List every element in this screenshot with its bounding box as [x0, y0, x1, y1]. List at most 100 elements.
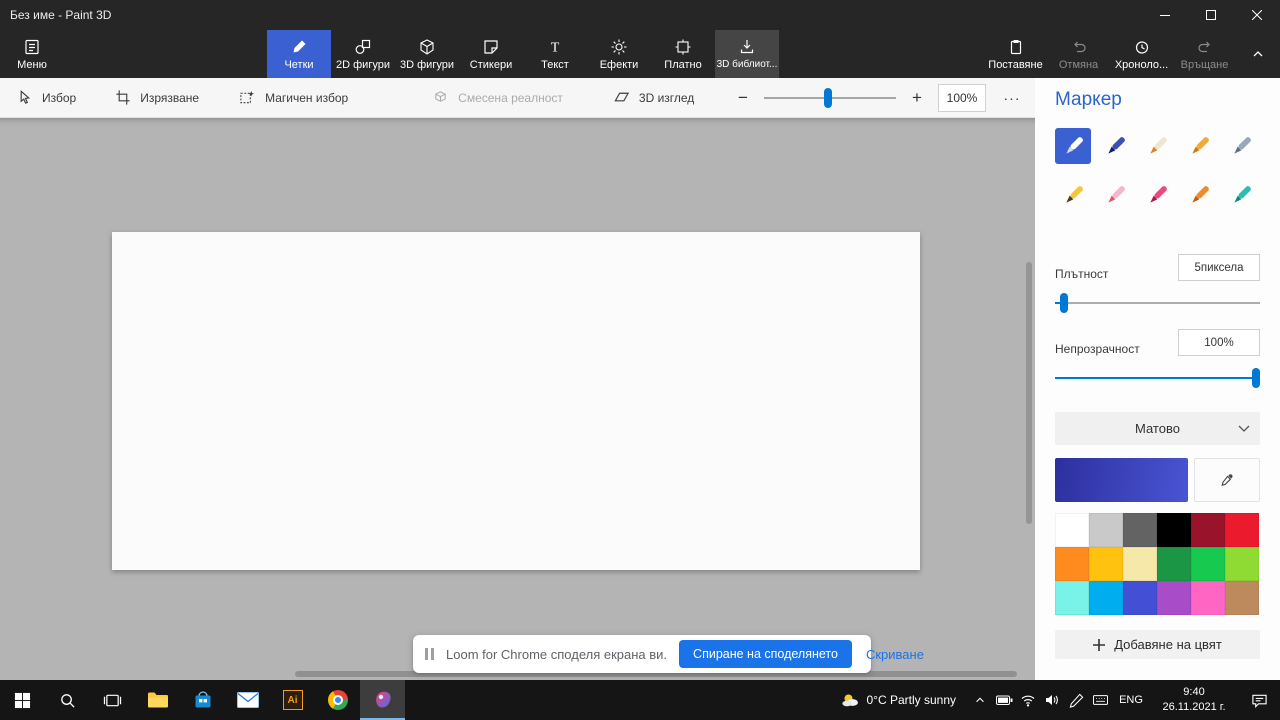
color-swatch-5[interactable]: [1191, 513, 1225, 547]
3d-view-button[interactable]: 3D изглед: [613, 89, 694, 106]
screen-share-notification: Loom for Chrome споделя екрана ви. Спира…: [413, 635, 924, 673]
brush-marker[interactable]: [1055, 128, 1091, 164]
pen-icon[interactable]: [1064, 680, 1088, 720]
mail-button[interactable]: [225, 680, 270, 720]
file-explorer-button[interactable]: [135, 680, 180, 720]
crop-tool-button[interactable]: Изрязване: [114, 89, 199, 106]
magic-select-icon: [239, 89, 256, 106]
color-swatch-3[interactable]: [1123, 513, 1157, 547]
weather-text: 0°C Partly sunny: [866, 693, 956, 707]
opacity-input[interactable]: 100%: [1178, 329, 1260, 356]
stop-sharing-button[interactable]: Спиране на споделянето: [679, 640, 852, 668]
chevron-up-icon: [1251, 47, 1265, 61]
paint3d-taskbar-button[interactable]: [360, 680, 405, 720]
brush-watercolor[interactable]: [1181, 128, 1217, 164]
opacity-slider[interactable]: [1055, 368, 1260, 388]
language-indicator[interactable]: ENG: [1112, 680, 1150, 720]
color-swatch-13[interactable]: [1055, 581, 1089, 615]
paste-button[interactable]: Поставяне: [984, 30, 1047, 78]
touch-keyboard-icon[interactable]: [1088, 680, 1112, 720]
thickness-slider-thumb[interactable]: [1060, 293, 1068, 313]
tray-chevron-up-icon[interactable]: [968, 680, 992, 720]
brush-fill[interactable]: [1223, 177, 1259, 213]
tab-brushes[interactable]: Четки: [267, 30, 331, 78]
collapse-ribbon-button[interactable]: [1244, 42, 1272, 66]
maximize-button[interactable]: [1188, 0, 1234, 30]
weather-widget[interactable]: 0°C Partly sunny: [829, 680, 968, 720]
color-swatch-1[interactable]: [1055, 513, 1089, 547]
zoom-slider-thumb[interactable]: [824, 88, 832, 108]
color-swatch-10[interactable]: [1157, 547, 1191, 581]
tab-3d-shapes[interactable]: 3D фигури: [395, 30, 459, 78]
color-swatch-4[interactable]: [1157, 513, 1191, 547]
network-icon[interactable]: [1016, 680, 1040, 720]
task-view-button[interactable]: [90, 680, 135, 720]
color-swatch-17[interactable]: [1191, 581, 1225, 615]
brush-eraser[interactable]: [1097, 177, 1133, 213]
menu-button[interactable]: Меню: [0, 30, 64, 78]
color-swatch-6[interactable]: [1225, 513, 1259, 547]
magic-select-button[interactable]: Магичен избор: [239, 89, 348, 106]
current-color-preview[interactable]: [1055, 458, 1188, 502]
brush-oil-brush[interactable]: [1139, 128, 1175, 164]
taskbar-clock[interactable]: 9:40 26.11.2021 г.: [1150, 680, 1238, 720]
taskbar-search-button[interactable]: [45, 680, 90, 720]
color-swatch-16[interactable]: [1157, 581, 1191, 615]
battery-icon[interactable]: [992, 680, 1016, 720]
mixed-reality-button[interactable]: Смесена реалност: [432, 89, 563, 106]
hide-link[interactable]: Скриване: [866, 647, 924, 662]
svg-text:T: T: [551, 40, 560, 55]
crop-icon: [114, 89, 131, 106]
add-color-button[interactable]: Добавяне на цвят: [1055, 630, 1260, 659]
tab-stickers[interactable]: Стикери: [459, 30, 523, 78]
thickness-input[interactable]: 5пиксела: [1178, 254, 1260, 281]
brush-pixel-pen[interactable]: [1223, 128, 1259, 164]
drawing-canvas[interactable]: [112, 232, 920, 570]
color-swatch-9[interactable]: [1123, 547, 1157, 581]
illustrator-button[interactable]: Ai: [270, 680, 315, 720]
color-swatch-15[interactable]: [1123, 581, 1157, 615]
eyedropper-button[interactable]: [1194, 458, 1260, 502]
zoom-out-button[interactable]: −: [735, 88, 751, 108]
more-options-button[interactable]: ···: [999, 90, 1025, 106]
brush-spray-can[interactable]: [1181, 177, 1217, 213]
brush-icon: [290, 38, 308, 56]
color-swatch-8[interactable]: [1089, 547, 1123, 581]
color-swatch-2[interactable]: [1089, 513, 1123, 547]
microsoft-store-button[interactable]: [180, 680, 225, 720]
tab-2d-shapes[interactable]: 2D фигури: [331, 30, 395, 78]
history-button[interactable]: Хроноло...: [1110, 30, 1173, 78]
color-swatch-11[interactable]: [1191, 547, 1225, 581]
color-swatch-12[interactable]: [1225, 547, 1259, 581]
color-swatch-18[interactable]: [1225, 581, 1259, 615]
start-button[interactable]: [0, 680, 45, 720]
brush-calligraphy-pen[interactable]: [1097, 128, 1133, 164]
redo-button[interactable]: Връщане: [1173, 30, 1236, 78]
tab-canvas[interactable]: Платно: [651, 30, 715, 78]
brush-crayon[interactable]: [1139, 177, 1175, 213]
tab-effects[interactable]: Ефекти: [587, 30, 651, 78]
folder-icon: [147, 691, 169, 709]
shapes-3d-icon: [418, 38, 436, 56]
opacity-slider-thumb[interactable]: [1252, 368, 1260, 388]
mixed-reality-icon: [432, 89, 449, 106]
tab-3d-library[interactable]: 3D библиот...: [715, 30, 779, 78]
select-tool-button[interactable]: Избор: [16, 89, 76, 106]
close-button[interactable]: [1234, 0, 1280, 30]
zoom-in-button[interactable]: +: [909, 88, 925, 108]
color-swatch-14[interactable]: [1089, 581, 1123, 615]
zoom-slider[interactable]: [764, 88, 896, 108]
vertical-scrollbar[interactable]: [1026, 262, 1032, 524]
finish-dropdown[interactable]: Матово: [1055, 412, 1260, 445]
zoom-level-value[interactable]: 100%: [938, 84, 986, 112]
chrome-button[interactable]: [315, 680, 360, 720]
minimize-button[interactable]: [1142, 0, 1188, 30]
thickness-slider[interactable]: [1055, 293, 1260, 313]
action-center-button[interactable]: [1238, 680, 1280, 720]
brush-pencil[interactable]: [1055, 177, 1091, 213]
volume-icon[interactable]: [1040, 680, 1064, 720]
mail-icon: [236, 692, 259, 708]
undo-button[interactable]: Отмяна: [1047, 30, 1110, 78]
color-swatch-7[interactable]: [1055, 547, 1089, 581]
tab-text[interactable]: T Текст: [523, 30, 587, 78]
